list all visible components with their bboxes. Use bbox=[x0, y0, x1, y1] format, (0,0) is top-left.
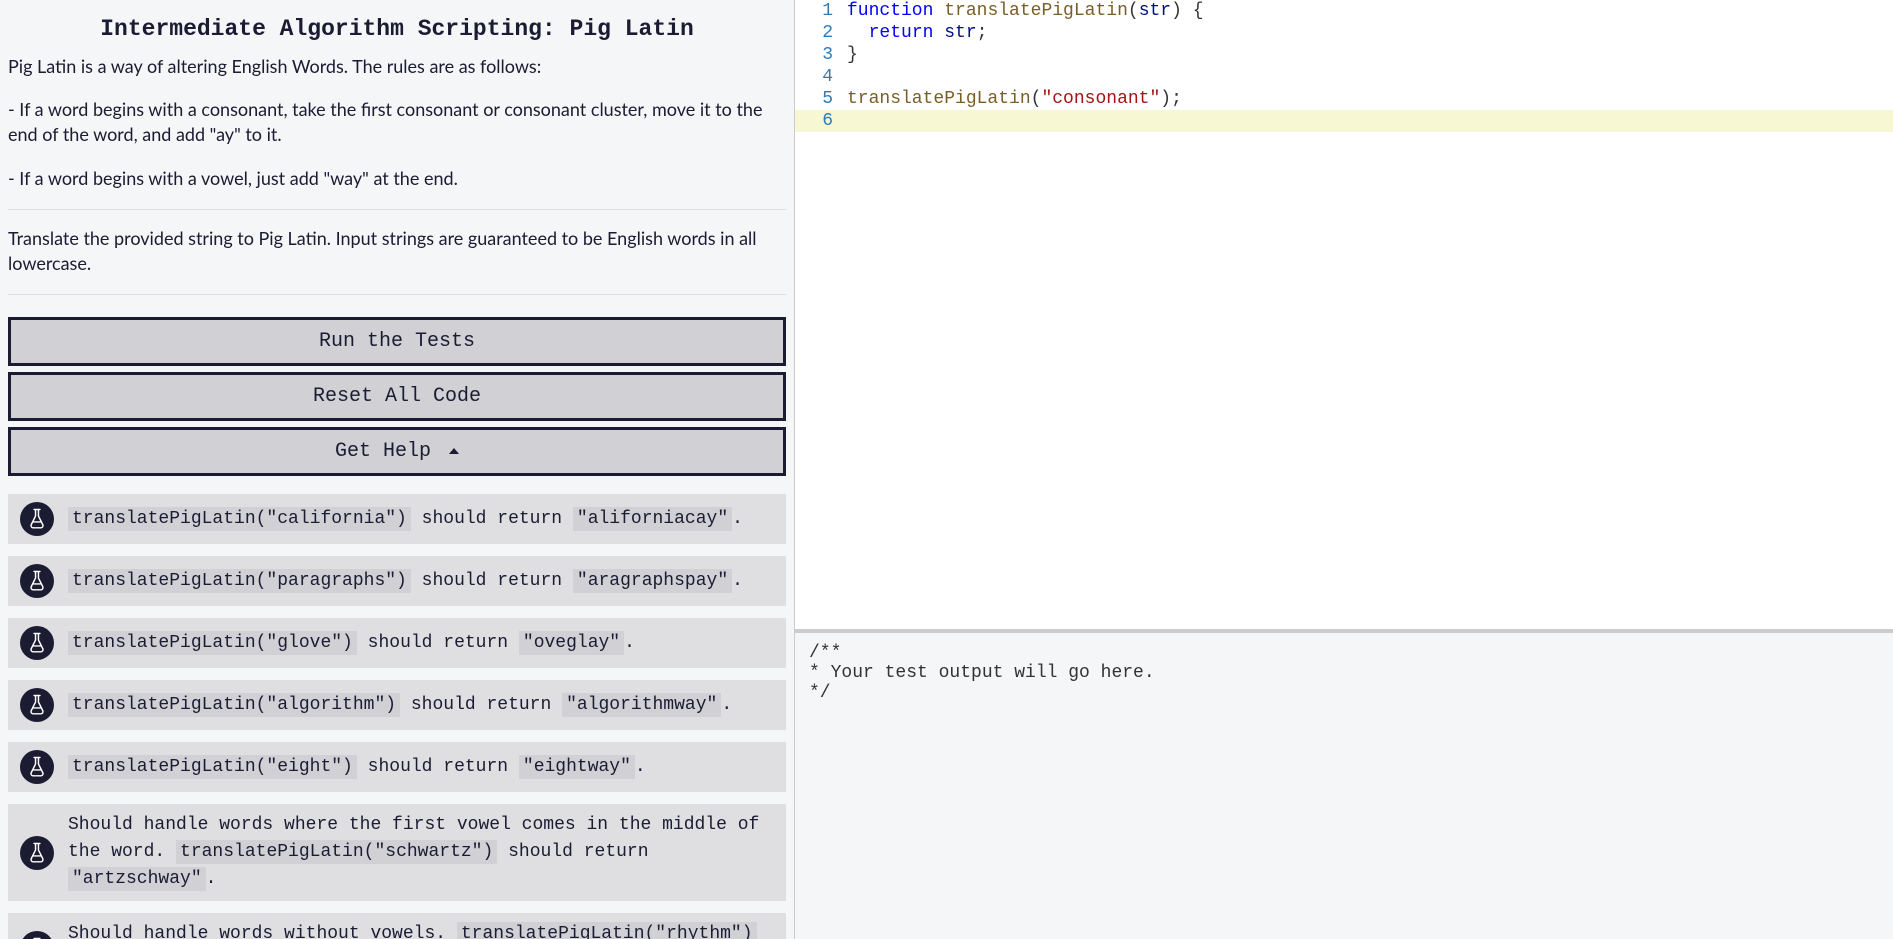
flask-icon bbox=[20, 931, 54, 939]
line-number: 3 bbox=[795, 44, 847, 66]
challenge-title: Intermediate Algorithm Scripting: Pig La… bbox=[8, 16, 786, 42]
test-text: translatePigLatin("glove") should return… bbox=[68, 630, 635, 657]
test-text: translatePigLatin("eight") should return… bbox=[68, 754, 646, 781]
code-line[interactable]: 5translatePigLatin("consonant"); bbox=[795, 88, 1893, 110]
test-row: translatePigLatin("california") should r… bbox=[8, 494, 786, 544]
test-row: translatePigLatin("algorithm") should re… bbox=[8, 680, 786, 730]
code-line[interactable]: 2 return str; bbox=[795, 22, 1893, 44]
test-text: translatePigLatin("california") should r… bbox=[68, 506, 743, 533]
code-content[interactable]: } bbox=[847, 44, 858, 66]
code-line[interactable]: 3} bbox=[795, 44, 1893, 66]
challenge-description: Pig Latin is a way of altering English W… bbox=[8, 54, 786, 295]
line-number: 2 bbox=[795, 22, 847, 44]
test-list: translatePigLatin("california") should r… bbox=[8, 494, 786, 939]
flask-icon bbox=[20, 750, 54, 784]
test-row: Should handle words without vowels. tran… bbox=[8, 913, 786, 939]
reset-code-button[interactable]: Reset All Code bbox=[8, 372, 786, 421]
desc-para: - If a word begins with a vowel, just ad… bbox=[8, 166, 786, 191]
run-tests-button[interactable]: Run the Tests bbox=[8, 317, 786, 366]
right-panel: 1function translatePigLatin(str) {2 retu… bbox=[795, 0, 1893, 939]
desc-para: Pig Latin is a way of altering English W… bbox=[8, 54, 786, 79]
test-text: Should handle words where the first vowe… bbox=[68, 812, 780, 893]
divider bbox=[8, 294, 786, 295]
flask-icon bbox=[20, 564, 54, 598]
test-row: translatePigLatin("paragraphs") should r… bbox=[8, 556, 786, 606]
code-content[interactable]: return str; bbox=[847, 22, 987, 44]
flask-icon bbox=[20, 836, 54, 870]
code-line[interactable]: 4 bbox=[795, 66, 1893, 88]
code-content[interactable]: function translatePigLatin(str) { bbox=[847, 0, 1204, 22]
action-buttons: Run the Tests Reset All Code Get Help bbox=[8, 317, 786, 476]
test-row: translatePigLatin("eight") should return… bbox=[8, 742, 786, 792]
flask-icon bbox=[20, 626, 54, 660]
test-text: Should handle words without vowels. tran… bbox=[68, 921, 780, 939]
instructions-panel: Intermediate Algorithm Scripting: Pig La… bbox=[0, 0, 795, 939]
code-editor[interactable]: 1function translatePigLatin(str) {2 retu… bbox=[795, 0, 1893, 629]
test-row: Should handle words where the first vowe… bbox=[8, 804, 786, 901]
test-text: translatePigLatin("algorithm") should re… bbox=[68, 692, 732, 719]
caret-up-icon bbox=[449, 448, 459, 454]
flask-icon bbox=[20, 688, 54, 722]
test-output: /** * Your test output will go here. */ bbox=[795, 629, 1893, 939]
code-line[interactable]: 1function translatePigLatin(str) { bbox=[795, 0, 1893, 22]
code-line[interactable]: 6 bbox=[795, 110, 1893, 132]
desc-para: - If a word begins with a consonant, tak… bbox=[8, 97, 786, 147]
get-help-button[interactable]: Get Help bbox=[8, 427, 786, 476]
line-number: 1 bbox=[795, 0, 847, 22]
line-number: 5 bbox=[795, 88, 847, 110]
line-number: 6 bbox=[795, 110, 847, 132]
divider bbox=[8, 209, 786, 210]
test-row: translatePigLatin("glove") should return… bbox=[8, 618, 786, 668]
flask-icon bbox=[20, 502, 54, 536]
get-help-label: Get Help bbox=[335, 440, 431, 463]
test-text: translatePigLatin("paragraphs") should r… bbox=[68, 568, 743, 595]
desc-instruction: Translate the provided string to Pig Lat… bbox=[8, 226, 786, 276]
code-content[interactable]: translatePigLatin("consonant"); bbox=[847, 88, 1182, 110]
line-number: 4 bbox=[795, 66, 847, 88]
